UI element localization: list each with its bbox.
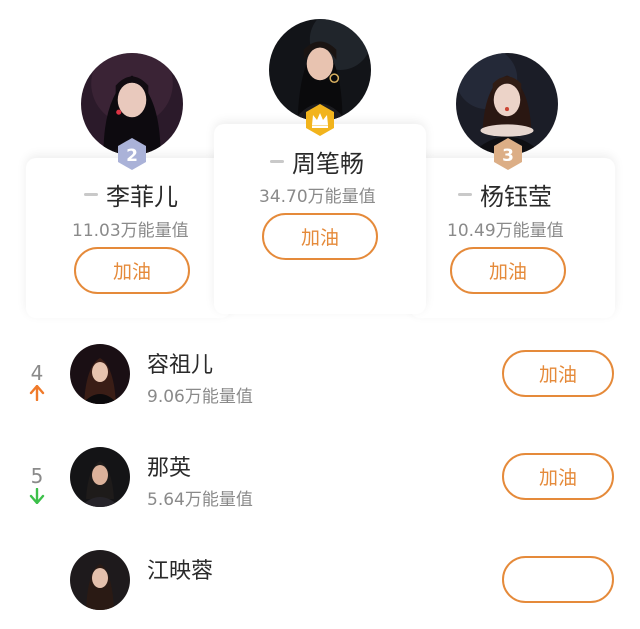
- rank-3-badge-label: 3: [502, 146, 514, 166]
- podium-second-score: 11.03万能量值: [72, 221, 189, 241]
- avatar[interactable]: [70, 550, 130, 610]
- rank-3-badge-icon: 3: [491, 137, 525, 171]
- rank-number: 5: [30, 464, 44, 488]
- list-item: 4 容祖儿 9.06万能量值 加油: [0, 323, 640, 423]
- list-item: 5 那英 5.64万能量值 加油: [0, 426, 640, 526]
- podium-first-name: 周笔畅: [292, 150, 364, 178]
- rank-number: 4: [30, 361, 44, 385]
- podium-third-score: 10.49万能量值: [447, 221, 564, 241]
- rank-unchanged-icon: [270, 160, 284, 163]
- cheer-button[interactable]: 加油: [502, 350, 614, 397]
- avatar[interactable]: [70, 447, 130, 507]
- rank-2-badge-label: 2: [126, 146, 138, 166]
- cheer-button-third[interactable]: 加油: [450, 247, 566, 294]
- rank-unchanged-icon: [84, 193, 98, 196]
- podium-second-name: 李菲儿: [106, 183, 178, 211]
- list-item: 江映蓉: [0, 529, 640, 629]
- rank-2-badge-icon: 2: [115, 137, 149, 171]
- arrow-down-icon: [28, 488, 46, 504]
- cheer-button-second[interactable]: 加油: [74, 247, 190, 294]
- podium-second-name-row: 李菲儿: [84, 177, 178, 212]
- podium: 2 3 李菲儿 周笔畅 杨钰莹 11.03万能量值 34.70万能量值 10.4…: [0, 0, 640, 318]
- podium-third-name-row: 杨钰莹: [458, 177, 552, 212]
- cheer-button-first[interactable]: 加油: [262, 213, 378, 260]
- rank-unchanged-icon: [458, 193, 472, 196]
- cheer-button[interactable]: 加油: [502, 453, 614, 500]
- podium-third-name: 杨钰莹: [480, 183, 552, 211]
- list-item-score: 9.06万能量值: [147, 387, 253, 407]
- podium-first-score: 34.70万能量值: [259, 187, 376, 207]
- list-item-name: 容祖儿: [147, 353, 214, 378]
- list-item-score: 5.64万能量值: [147, 490, 253, 510]
- arrow-up-icon: [28, 385, 46, 401]
- cheer-button[interactable]: [502, 556, 614, 603]
- crown-icon: [303, 103, 337, 137]
- list-item-name: 那英: [147, 456, 192, 481]
- podium-first-name-row: 周笔畅: [270, 144, 364, 179]
- list-item-name: 江映蓉: [147, 559, 214, 584]
- avatar[interactable]: [70, 344, 130, 404]
